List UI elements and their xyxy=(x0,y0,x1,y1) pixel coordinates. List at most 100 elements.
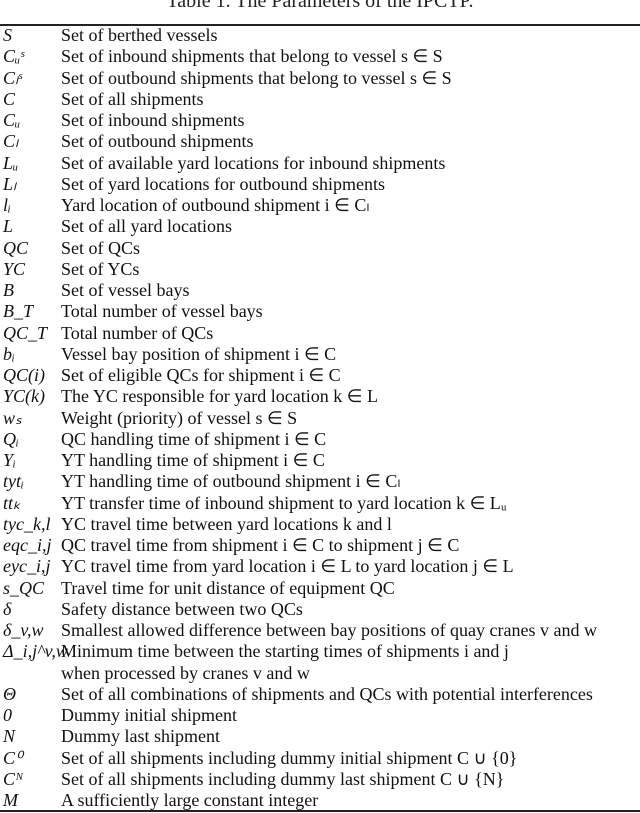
parameter-symbol: QC(i) xyxy=(3,365,45,386)
parameter-description: A sufficiently large constant integer xyxy=(61,790,318,811)
description-line: Set of outbound shipments xyxy=(61,131,254,152)
parameter-symbol: S xyxy=(3,25,12,46)
parameter-symbol: Lᵤ xyxy=(3,152,19,173)
description-line: YC travel time between yard locations k … xyxy=(61,513,392,534)
parameter-symbol: 0 xyxy=(3,705,12,726)
parameter-symbol: B_T xyxy=(3,301,34,322)
parameter-symbol: YC(k) xyxy=(3,386,45,407)
description-line: Vessel bay position of shipment i ∈ C xyxy=(61,343,337,364)
description-line: Set of vessel bays xyxy=(61,280,190,300)
description-line: Dummy initial shipment xyxy=(61,705,237,725)
description-line: Yard location of outbound shipment i ∈ C… xyxy=(61,195,370,215)
table-row: QC Set of QCs xyxy=(0,238,640,259)
parameter-description: QC travel time from shipment i ∈ C to sh… xyxy=(61,535,459,556)
parameter-symbol: Qᵢ xyxy=(3,428,19,449)
parameter-description: Travel time for unit distance of equipme… xyxy=(61,578,395,599)
table-row: 0 Dummy initial shipment xyxy=(0,705,640,726)
table-row: bᵢ Vessel bay position of shipment i ∈ C xyxy=(0,344,640,365)
table-row: QC(i) Set of eligible QCs for shipment i … xyxy=(0,365,640,386)
parameter-description: Set of yard locations for outbound shipm… xyxy=(61,174,385,195)
table-row: δ Safety distance between two QCs xyxy=(0,599,640,620)
parameter-symbol: Cᵤ xyxy=(3,110,21,131)
description-line: QC handling time of shipment i ∈ C xyxy=(61,428,327,449)
parameter-symbol: Lₗ xyxy=(3,173,16,194)
description-line: YT transfer time of inbound shipment to … xyxy=(61,492,507,513)
description-line: Set of berthed vessels xyxy=(61,25,218,45)
table-row: lᵢ Yard location of outbound shipment i ∈… xyxy=(0,195,640,216)
table-row: QC_T Total number of QCs xyxy=(0,323,640,344)
parameter-description: Dummy last shipment xyxy=(61,726,220,747)
table-row: Cₗ Set of outbound shipments xyxy=(0,131,640,152)
description-line: Travel time for unit distance of equipme… xyxy=(61,577,395,598)
description-line: Set of outbound shipments that belong to… xyxy=(61,67,452,88)
description-line: Set of all combinations of shipments and… xyxy=(61,683,593,704)
parameter-description: Set of QCs xyxy=(61,238,140,259)
parameter-symbol: L xyxy=(3,216,14,237)
parameter-symbol: B xyxy=(3,280,14,301)
table-row: Cᴺ Set of all shipments including dummy l… xyxy=(0,769,640,790)
table-row: Yᵢ YT handling time of shipment i ∈ C xyxy=(0,450,640,471)
description-line: Smallest allowed difference between bay … xyxy=(61,620,598,640)
parameter-description: Set of all shipments xyxy=(61,89,204,110)
table-row: S Set of berthed vessels xyxy=(0,25,640,46)
table-row: Θ Set of all combinations of shipments an… xyxy=(0,684,640,705)
parameter-symbol: Cₗˢ xyxy=(3,67,22,88)
parameter-description: Set of YCs xyxy=(61,259,139,280)
table-row: tyc_k,l YC travel time between yard locat… xyxy=(0,514,640,535)
description-line: QC travel time from shipment i ∈ C to sh… xyxy=(61,535,460,555)
parameter-symbol: C⁰ xyxy=(3,747,23,768)
parameter-symbol: tytᵢ xyxy=(3,471,24,492)
parameter-symbol: QC_T xyxy=(3,322,48,343)
parameters-table: S Set of berthed vessels Cᵤˢ Set of inbound… xyxy=(0,25,640,811)
parameter-description: YC travel time from yard location i ∈ L … xyxy=(61,556,514,577)
parameter-description: Set of vessel bays xyxy=(61,280,189,301)
description-line: Total number of QCs xyxy=(61,322,214,343)
parameter-description: Set of inbound shipments xyxy=(61,110,245,131)
parameter-symbol: lᵢ xyxy=(3,195,11,216)
parameter-symbol: C xyxy=(3,88,16,109)
parameter-description: Set of eligible QCs for shipment i ∈ C xyxy=(61,365,341,386)
parameter-symbol: Cᴺ xyxy=(3,768,24,789)
description-line: Set of all yard locations xyxy=(61,216,232,237)
parameter-description: Set of all shipments including dummy las… xyxy=(61,769,504,790)
bottom-rule xyxy=(0,810,640,812)
parameter-description: YT handling time of shipment i ∈ C xyxy=(61,450,325,471)
table-row: eqc_i,j QC travel time from shipment i ∈ … xyxy=(0,535,640,556)
parameter-symbol: Δ_i,j^v,w xyxy=(3,641,68,662)
description-line: Set of inbound shipments xyxy=(61,110,245,130)
table-row: eyc_i,j YC travel time from yard location… xyxy=(0,556,640,577)
parameter-description: Dummy initial shipment xyxy=(61,705,237,726)
parameter-symbol: δ_v,w xyxy=(3,620,44,641)
parameter-description: Total number of QCs xyxy=(61,323,213,344)
table-row: B Set of vessel bays xyxy=(0,280,640,301)
parameter-description: Minimum time between the starting times … xyxy=(61,641,509,684)
table-caption: Table 1. The Parameters of the IPCTP. xyxy=(166,0,474,12)
parameter-description: Set of available yard locations for inbo… xyxy=(61,153,445,174)
parameter-description: Set of inbound shipments that belong to … xyxy=(61,46,443,67)
table-row: YC(k) The YC responsible for yard locatio… xyxy=(0,386,640,407)
description-continuation: when processed by cranes v and w xyxy=(61,662,310,683)
description-line: YT handling time of shipment i ∈ C xyxy=(61,450,325,470)
table-row: Qᵢ QC handling time of shipment i ∈ C xyxy=(0,429,640,450)
description-line: Set of eligible QCs for shipment i ∈ C xyxy=(61,365,341,385)
parameter-description: Vessel bay position of shipment i ∈ C xyxy=(61,344,336,365)
parameter-description: The YC responsible for yard location k ∈… xyxy=(61,386,378,407)
table-row: ttₖ YT transfer time of inbound shipment … xyxy=(0,493,640,514)
parameter-symbol: QC xyxy=(3,237,29,258)
parameter-symbol: tyc_k,l xyxy=(3,513,51,534)
table-row: Lᵤ Set of available yard locations for in… xyxy=(0,153,640,174)
parameter-description: Yard location of outbound shipment i ∈ C… xyxy=(61,195,369,216)
parameter-symbol: eyc_i,j xyxy=(3,556,51,577)
parameter-symbol: wₛ xyxy=(3,407,22,428)
parameter-symbol: ttₖ xyxy=(3,492,21,513)
parameter-symbol: N xyxy=(3,726,16,747)
description-line: YT handling time of outbound shipment i … xyxy=(61,471,401,492)
parameter-description: YT transfer time of inbound shipment to … xyxy=(61,493,507,514)
parameter-symbol: M xyxy=(3,790,18,811)
parameter-symbol: Cᵤˢ xyxy=(3,46,25,67)
parameter-symbol: Θ xyxy=(3,683,16,704)
description-line: Set of YCs xyxy=(61,258,140,279)
parameter-description: YT handling time of outbound shipment i … xyxy=(61,471,400,492)
description-line: Minimum time between the starting times … xyxy=(61,641,509,662)
description-line: Set of QCs xyxy=(61,237,141,258)
